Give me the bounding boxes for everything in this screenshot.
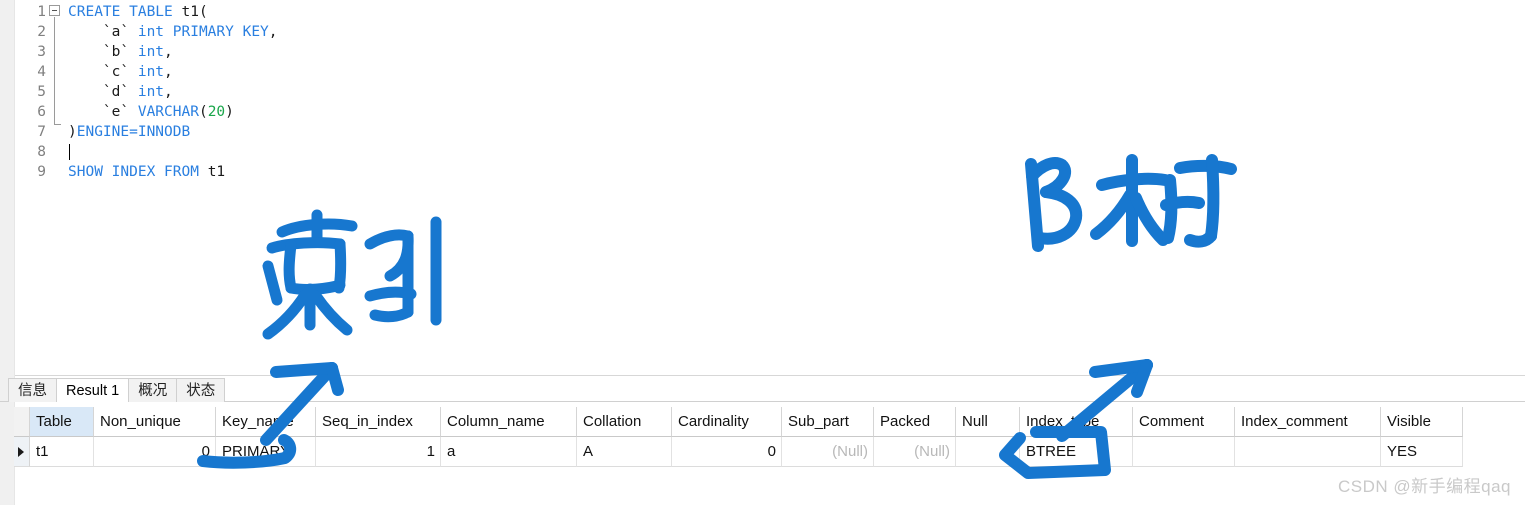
code-text: SHOW INDEX FROM t1 bbox=[68, 162, 225, 182]
code-token: CREATE TABLE bbox=[68, 4, 182, 20]
code-token: VARCHAR bbox=[137, 104, 199, 120]
sql-client-window: 1 CREATE TABLE t1(2 `a` int PRIMARY KEY, 3… bbox=[0, 0, 1525, 505]
table-row[interactable]: t1 0 PRIMARY 1 a A 0 (Null) (Null) BTREE YES bbox=[0, 437, 1525, 467]
code-token: , bbox=[164, 64, 173, 80]
table-cell[interactable]: (Null) bbox=[874, 437, 956, 467]
line-number: 7 bbox=[37, 124, 46, 140]
code-token: int bbox=[137, 44, 165, 60]
grid-header-row[interactable]: Table Non_unique Key_name Seq_in_index Colum… bbox=[0, 407, 1525, 437]
column-header[interactable]: Index_comment bbox=[1235, 407, 1381, 437]
code-token: , bbox=[268, 24, 278, 40]
code-token: t1 bbox=[207, 164, 226, 180]
code-token: int bbox=[137, 64, 165, 80]
code-text: `a` int PRIMARY KEY, bbox=[68, 22, 278, 42]
table-cell[interactable] bbox=[1235, 437, 1381, 467]
code-line[interactable]: 4 `c` int, bbox=[0, 62, 1525, 82]
code-text: `e` VARCHAR(20) bbox=[68, 102, 234, 122]
table-cell[interactable]: PRIMARY bbox=[216, 437, 316, 467]
table-cell[interactable]: A bbox=[577, 437, 672, 467]
line-number: 8 bbox=[37, 144, 46, 160]
results-tabbar[interactable]: 信息 Result 1 概况 状态 bbox=[0, 377, 1525, 402]
code-token: , bbox=[164, 84, 173, 100]
results-tab[interactable]: Result 1 bbox=[56, 378, 130, 402]
code-token: , bbox=[164, 44, 173, 60]
column-header[interactable]: Seq_in_index bbox=[316, 407, 441, 437]
code-line[interactable]: 3 `b` int, bbox=[0, 42, 1525, 62]
line-number: 2 bbox=[37, 24, 46, 40]
code-line[interactable]: 2 `a` int PRIMARY KEY, bbox=[0, 22, 1525, 42]
code-text: )ENGINE=INNODB bbox=[68, 122, 190, 142]
table-cell[interactable]: a bbox=[441, 437, 577, 467]
line-number: 3 bbox=[37, 44, 46, 60]
code-line[interactable]: 7)ENGINE=INNODB bbox=[0, 122, 1525, 142]
code-token: SHOW INDEX FROM bbox=[68, 164, 208, 180]
result-grid[interactable]: Table Non_unique Key_name Seq_in_index Colum… bbox=[0, 407, 1525, 469]
column-header[interactable]: Index_type bbox=[1020, 407, 1133, 437]
code-line[interactable]: 5 `d` int, bbox=[0, 82, 1525, 102]
table-cell[interactable]: YES bbox=[1381, 437, 1463, 467]
column-header[interactable]: Key_name bbox=[216, 407, 316, 437]
text-caret bbox=[69, 144, 70, 160]
line-number: 1 bbox=[37, 4, 46, 20]
column-header[interactable]: Non_unique bbox=[94, 407, 216, 437]
code-text: `d` int, bbox=[68, 82, 173, 102]
results-tab[interactable]: 状态 bbox=[176, 378, 226, 402]
table-cell[interactable]: 0 bbox=[672, 437, 782, 467]
table-cell[interactable]: 0 bbox=[94, 437, 216, 467]
code-token: int bbox=[137, 84, 165, 100]
column-header[interactable]: Comment bbox=[1133, 407, 1235, 437]
code-token: `e` bbox=[68, 104, 138, 120]
code-text: CREATE TABLE t1( bbox=[68, 2, 208, 22]
table-cell[interactable] bbox=[1133, 437, 1235, 467]
line-number: 5 bbox=[37, 84, 46, 100]
code-line[interactable]: 1 CREATE TABLE t1( bbox=[0, 2, 1525, 22]
line-number: 4 bbox=[37, 64, 46, 80]
code-token: `d` bbox=[68, 84, 138, 100]
column-header[interactable]: Table bbox=[30, 407, 94, 437]
line-number: 6 bbox=[37, 104, 46, 120]
sql-editor[interactable]: 1 CREATE TABLE t1(2 `a` int PRIMARY KEY, 3… bbox=[0, 0, 1525, 375]
code-token: ( bbox=[198, 104, 208, 120]
code-token: `b` bbox=[68, 44, 138, 60]
table-cell[interactable]: 1 bbox=[316, 437, 441, 467]
code-text: `c` int, bbox=[68, 62, 173, 82]
column-header[interactable]: Visible bbox=[1381, 407, 1463, 437]
code-fold-toggle-icon[interactable] bbox=[49, 5, 60, 16]
code-text: `b` int, bbox=[68, 42, 173, 62]
code-line[interactable]: 9 SHOW INDEX FROM t1 bbox=[0, 162, 1525, 182]
code-line[interactable]: 8 bbox=[0, 142, 1525, 162]
watermark-text: CSDN @新手编程qaq bbox=[1337, 477, 1511, 496]
code-line[interactable]: 6 `e` VARCHAR(20) bbox=[0, 102, 1525, 122]
current-row-arrow-icon bbox=[18, 447, 24, 457]
table-cell[interactable]: t1 bbox=[30, 437, 94, 467]
panel-divider bbox=[0, 375, 1525, 376]
table-cell[interactable]: (Null) bbox=[782, 437, 874, 467]
column-header[interactable]: Column_name bbox=[441, 407, 577, 437]
table-cell[interactable] bbox=[956, 437, 1020, 467]
code-fold-guide bbox=[54, 17, 55, 125]
table-cell[interactable]: BTREE bbox=[1020, 437, 1133, 467]
results-tab[interactable]: 信息 bbox=[8, 378, 57, 402]
results-tab[interactable]: 概况 bbox=[128, 378, 178, 402]
column-header[interactable]: Sub_part bbox=[782, 407, 874, 437]
code-token: ENGINE=INNODB bbox=[76, 124, 191, 140]
grid-corner-cell bbox=[14, 407, 30, 437]
code-token: ) bbox=[225, 104, 234, 120]
code-token: `a` bbox=[68, 24, 138, 40]
code-token: 20 bbox=[207, 104, 226, 120]
line-number: 9 bbox=[37, 164, 46, 180]
column-header[interactable]: Packed bbox=[874, 407, 956, 437]
code-token: `c` bbox=[68, 64, 138, 80]
column-header[interactable]: Null bbox=[956, 407, 1020, 437]
code-token: t1( bbox=[181, 4, 208, 20]
code-fold-guide-end bbox=[54, 124, 61, 125]
code-token: int PRIMARY KEY bbox=[137, 24, 269, 40]
code-token: ) bbox=[68, 124, 77, 140]
row-selector-cell[interactable] bbox=[14, 437, 30, 467]
column-header[interactable]: Collation bbox=[577, 407, 672, 437]
results-panel: 信息 Result 1 概况 状态 Table Non_unique Key_name Se… bbox=[0, 375, 1525, 505]
column-header[interactable]: Cardinality bbox=[672, 407, 782, 437]
